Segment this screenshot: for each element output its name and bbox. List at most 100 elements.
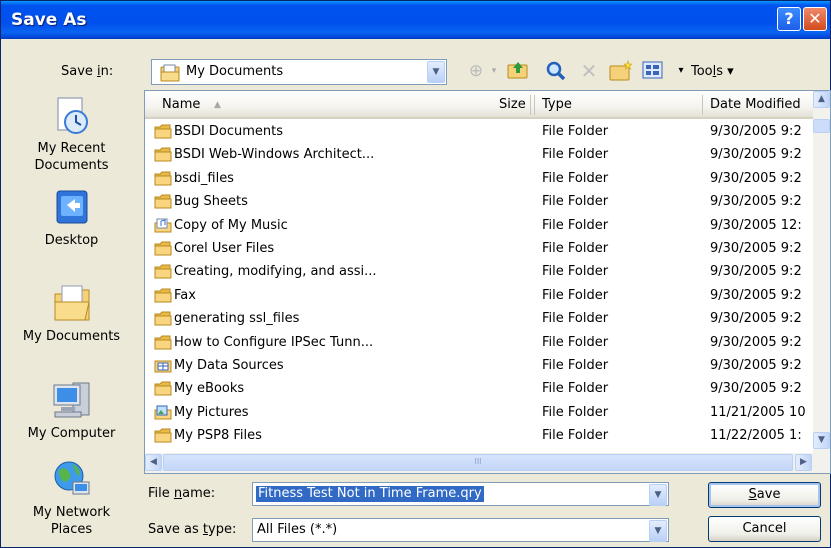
place-my-computer[interactable]: My Computer bbox=[11, 379, 132, 442]
my-documents-icon bbox=[54, 285, 90, 321]
close-button[interactable]: ✕ bbox=[803, 7, 827, 31]
file-type-cell: File Folder bbox=[542, 311, 609, 327]
folder-icon bbox=[154, 171, 172, 190]
chevron-down-icon[interactable]: ▼ bbox=[427, 61, 445, 83]
title-bar[interactable]: Save As ? ✕ bbox=[1, 1, 830, 39]
column-date-modified[interactable]: Date Modified bbox=[710, 97, 801, 112]
file-name-cell: My Data Sources bbox=[174, 358, 284, 373]
folder-icon bbox=[154, 194, 172, 213]
column-type[interactable]: Type bbox=[542, 97, 572, 112]
file-name-cell: How to Configure IPSec Tunn... bbox=[174, 334, 374, 350]
file-name-cell: bsdi_files bbox=[174, 170, 234, 186]
file-row[interactable]: BSDI Documents File Folder 9/30/2005 9:2 bbox=[145, 121, 813, 144]
my-documents-folder-icon bbox=[160, 64, 180, 82]
cancel-button[interactable]: Cancel bbox=[708, 516, 821, 542]
help-button[interactable]: ? bbox=[777, 7, 801, 31]
recent-documents-icon bbox=[57, 97, 88, 134]
file-name-cell: Copy of My Music bbox=[174, 217, 288, 233]
column-name[interactable]: Name bbox=[162, 97, 200, 112]
file-name-cell: BSDI Documents bbox=[174, 124, 284, 139]
save-in-label-text: Save bbox=[61, 64, 98, 79]
tools-menu[interactable]: Tools ▾ bbox=[691, 64, 734, 79]
file-date-cell: 9/30/2005 9:2 bbox=[710, 334, 802, 350]
back-dropdown-icon[interactable]: ▾ bbox=[482, 60, 506, 84]
file-type-cell: File Folder bbox=[542, 170, 609, 186]
file-row[interactable]: Corel User Files File Folder 9/30/2005 9:2 bbox=[145, 238, 813, 261]
file-list[interactable]: Name ▲ Size Type Date Modified BSDI Docu… bbox=[144, 90, 831, 474]
place-desktop[interactable]: Desktop bbox=[11, 188, 132, 249]
horizontal-scroll-thumb[interactable]: III bbox=[163, 454, 793, 471]
file-name-cell: BSDI Web-Windows Architect... bbox=[174, 147, 375, 163]
horizontal-scrollbar[interactable]: ◀ III ▶ bbox=[145, 453, 830, 473]
file-row[interactable]: My Pictures File Folder 11/21/2005 10 bbox=[145, 402, 813, 425]
file-row[interactable]: Creating, modifying, and assi... File Fol… bbox=[145, 261, 813, 284]
file-name-input[interactable]: Fitness Test Not in Time Frame.qry ▼ bbox=[252, 482, 669, 506]
save-as-type-label-text-end: ype: bbox=[208, 522, 237, 537]
data-sources-folder-icon bbox=[154, 358, 172, 377]
file-date-cell: 9/30/2005 9:2 bbox=[710, 124, 802, 139]
file-row[interactable]: Copy of My Music File Folder 9/30/2005 12: bbox=[145, 215, 813, 238]
place-my-documents[interactable]: My Documents bbox=[11, 282, 132, 345]
file-row[interactable]: bsdi_files File Folder 9/30/2005 9:2 bbox=[145, 168, 813, 191]
vertical-scroll-thumb[interactable] bbox=[813, 119, 830, 133]
file-date-cell: 9/30/2005 9:2 bbox=[710, 381, 802, 397]
file-date-cell: 11/21/2005 10 bbox=[710, 404, 806, 420]
save-button[interactable]: Save bbox=[708, 482, 821, 508]
file-name-cell: Corel User Files bbox=[174, 241, 275, 256]
scroll-up-icon[interactable]: ▲ bbox=[813, 91, 830, 108]
views-menu-icon[interactable] bbox=[641, 60, 665, 84]
file-row[interactable]: My eBooks File Folder 9/30/2005 9:2 bbox=[145, 378, 813, 401]
vertical-scrollbar[interactable]: ▲ ▼ bbox=[813, 91, 830, 453]
search-web-icon[interactable] bbox=[544, 60, 568, 84]
place-label-line1: My Documents bbox=[22, 329, 121, 344]
place-label-line1: My Computer bbox=[27, 426, 116, 441]
scroll-right-icon[interactable]: ▶ bbox=[795, 454, 812, 471]
file-name-value: Fitness Test Not in Time Frame.qry bbox=[256, 486, 484, 502]
sort-ascending-icon: ▲ bbox=[214, 100, 221, 110]
save-in-dropdown[interactable]: My Documents ▼ bbox=[151, 59, 447, 85]
scroll-left-icon[interactable]: ◀ bbox=[145, 454, 162, 471]
file-name-cell: generating ssl_files bbox=[174, 311, 300, 327]
file-row[interactable]: generating ssl_files File Folder 9/30/2005… bbox=[145, 308, 813, 331]
my-computer-icon bbox=[53, 382, 89, 418]
save-as-type-dropdown[interactable]: All Files (*.*) ▼ bbox=[252, 518, 669, 542]
chevron-down-icon[interactable]: ▼ bbox=[649, 484, 667, 506]
folder-icon bbox=[154, 381, 172, 400]
column-divider[interactable] bbox=[702, 95, 703, 115]
folder-icon bbox=[154, 241, 172, 260]
folder-icon bbox=[154, 335, 172, 354]
file-date-cell: 9/30/2005 9:2 bbox=[710, 241, 802, 256]
file-name-cell: My Pictures bbox=[174, 404, 249, 420]
file-row[interactable]: BSDI Web-Windows Architect... File Folder… bbox=[145, 144, 813, 167]
save-in-value: My Documents bbox=[186, 64, 284, 79]
file-row[interactable]: My PSP8 Files File Folder 11/22/2005 1: bbox=[145, 425, 813, 448]
place-label-line1: My Recent bbox=[37, 141, 106, 156]
place-my-network-places[interactable]: My Network Places bbox=[11, 458, 132, 538]
column-size[interactable]: Size bbox=[499, 97, 526, 112]
file-row[interactable]: My Data Sources File Folder 9/30/2005 9:2 bbox=[145, 355, 813, 378]
file-row[interactable]: Fax File Folder 9/30/2005 9:2 bbox=[145, 285, 813, 308]
views-dropdown-icon[interactable]: ▾ bbox=[669, 60, 693, 84]
places-bar: My Recent Documents Desktop My Documents bbox=[11, 90, 132, 539]
scroll-down-icon[interactable]: ▼ bbox=[813, 432, 830, 449]
column-divider[interactable] bbox=[530, 95, 531, 115]
delete-icon[interactable]: ✕ bbox=[577, 60, 601, 84]
file-date-cell: 9/30/2005 9:2 bbox=[710, 170, 802, 186]
file-type-cell: File Folder bbox=[542, 381, 609, 397]
file-date-cell: 9/30/2005 9:2 bbox=[710, 358, 802, 373]
file-row[interactable]: How to Configure IPSec Tunn... File Folde… bbox=[145, 332, 813, 355]
dialog-title: Save As bbox=[11, 10, 87, 30]
chevron-down-icon[interactable]: ▼ bbox=[649, 520, 667, 542]
create-new-folder-icon[interactable] bbox=[609, 60, 633, 84]
file-name-cell: My eBooks bbox=[174, 381, 245, 397]
file-row[interactable]: Bug Sheets File Folder 9/30/2005 9:2 bbox=[145, 191, 813, 214]
file-type-cell: File Folder bbox=[542, 358, 609, 373]
place-my-recent-documents[interactable]: My Recent Documents bbox=[11, 96, 132, 174]
save-as-type-value: All Files (*.*) bbox=[257, 522, 338, 537]
column-divider[interactable] bbox=[534, 95, 535, 115]
file-type-cell: File Folder bbox=[542, 287, 609, 303]
file-name-label-text-end: ame: bbox=[182, 486, 216, 501]
save-as-dialog: Save As ? ✕ Save in: My Documents ▼ ⊕ ▾ … bbox=[0, 0, 831, 548]
up-one-level-icon[interactable] bbox=[506, 60, 530, 84]
file-date-cell: 9/30/2005 9:2 bbox=[710, 311, 802, 327]
